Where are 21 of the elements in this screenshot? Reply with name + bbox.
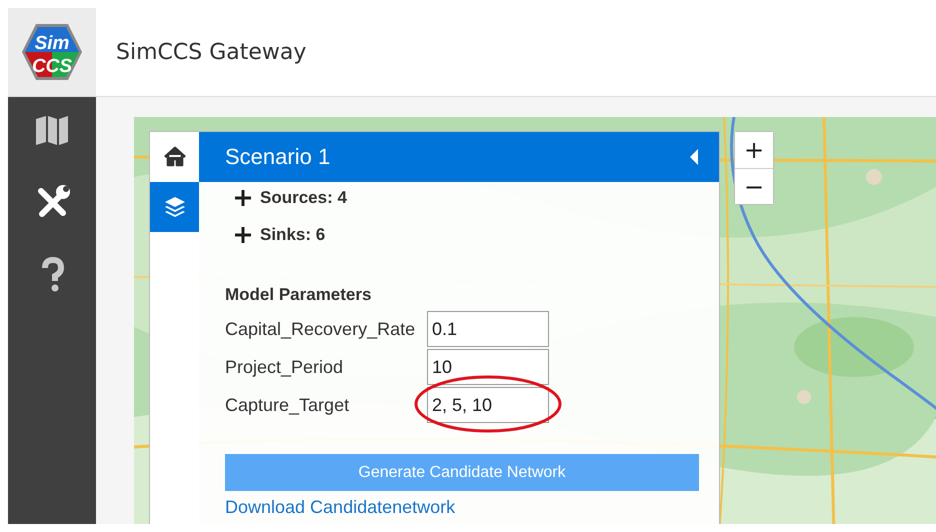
- layers-icon: [162, 195, 186, 219]
- logo-icon: [22, 24, 82, 80]
- panel-title: Scenario 1: [225, 144, 330, 170]
- input-field[interactable]: 10: [427, 349, 549, 385]
- section-heading: Model Parameters: [225, 285, 372, 305]
- zoom-button[interactable]: −: [735, 168, 773, 204]
- home-icon: [162, 145, 186, 169]
- input-field[interactable]: 0.1: [427, 311, 549, 347]
- field-label: Project_Period: [225, 356, 344, 378]
- logo-text: CCS: [32, 56, 72, 77]
- field-label: Capture_Target: [225, 394, 350, 416]
- field-label: Capital_Recovery_Rate: [225, 318, 416, 340]
- collapse-icon[interactable]: [689, 149, 699, 165]
- logo-text: Sim: [34, 33, 70, 54]
- expand-toggle[interactable]: Sources: 4: [235, 188, 719, 208]
- plus-icon: [235, 190, 251, 206]
- input-field[interactable]: 2, 5, 10: [427, 387, 549, 423]
- app-title: SimCCS Gateway: [116, 40, 306, 64]
- download-link[interactable]: Download Candidatenetwork: [225, 497, 456, 518]
- plus-icon: [235, 227, 251, 243]
- expand-toggle[interactable]: Sinks: 6: [235, 225, 719, 245]
